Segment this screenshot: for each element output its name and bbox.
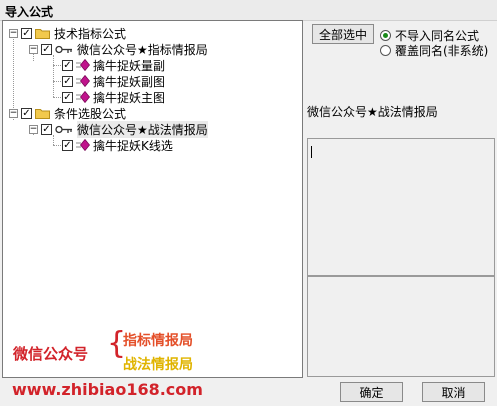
node-label: 擒牛捉妖量副 (93, 58, 166, 73)
watermark-indicator-bureau: 指标情报局 (123, 333, 193, 349)
title-bar: 导入公式 (0, 0, 497, 21)
tree-leaf-formula[interactable]: ✓ 擒牛捉妖量副 (62, 57, 165, 73)
tree-leaf-formula[interactable]: ✓ 擒牛捉妖K线选 (62, 137, 173, 153)
cancel-button[interactable]: 取消 (422, 382, 485, 402)
ok-button[interactable]: 确定 (340, 382, 403, 402)
node-checkbox[interactable]: ✓ (62, 75, 73, 87)
watermark-url: www.zhibiao168.com (12, 380, 203, 399)
selected-formula-name: 微信公众号★战法情报局 (307, 105, 438, 119)
formula-file-icon (76, 91, 90, 103)
formula-file-icon (76, 59, 90, 71)
key-icon (55, 125, 72, 133)
radio-circle[interactable] (380, 45, 391, 56)
collapse-toggle[interactable]: − (29, 124, 38, 134)
node-label: 技术指标公式 (54, 26, 127, 41)
formula-file-icon (76, 139, 90, 151)
node-checkbox[interactable]: ✓ (21, 27, 32, 39)
tree-node-indicator-bureau[interactable]: − ✓ 微信公众号★指标情报局 (29, 41, 208, 57)
node-label: 擒牛捉妖K线选 (93, 138, 173, 153)
folder-icon (35, 108, 50, 119)
tree-node-technical-indicators[interactable]: − ✓ 技术指标公式 (9, 25, 126, 41)
node-label: 擒牛捉妖主图 (93, 90, 166, 105)
radio-selected-dot (383, 33, 388, 38)
collapse-toggle[interactable]: − (29, 44, 38, 54)
node-label: 擒牛捉妖副图 (93, 74, 166, 89)
tree-line (53, 55, 54, 97)
tree-node-stock-selection[interactable]: − ✓ 条件选股公式 (9, 105, 126, 121)
collapse-toggle[interactable]: − (9, 28, 18, 38)
window-title: 导入公式 (5, 5, 54, 19)
node-label: 微信公众号★战法情报局 (77, 120, 208, 138)
description-pane[interactable] (307, 138, 495, 276)
radio-overwrite-label: 覆盖同名(非系统) (395, 44, 489, 58)
node-checkbox[interactable]: ✓ (62, 59, 73, 71)
key-icon (55, 45, 72, 53)
radio-circle[interactable] (380, 30, 391, 41)
tree-leaf-formula[interactable]: ✓ 擒牛捉妖主图 (62, 89, 165, 105)
formula-tree[interactable]: − ✓ 技术指标公式 − ✓ 微信公众号★指标情报局 ✓ 擒牛捉妖量副 ✓ 擒牛… (2, 20, 303, 378)
node-checkbox[interactable]: ✓ (21, 107, 32, 119)
node-checkbox[interactable]: ✓ (41, 123, 52, 135)
tree-leaf-formula[interactable]: ✓ 擒牛捉妖副图 (62, 73, 165, 89)
node-checkbox[interactable]: ✓ (62, 139, 73, 151)
watermark-wechat-label: 微信公众号 (13, 345, 89, 363)
formula-file-icon (76, 75, 90, 87)
radio-overwrite-duplicates[interactable]: 覆盖同名(非系统) (380, 42, 488, 59)
collapse-toggle[interactable]: − (9, 108, 18, 118)
text-caret (311, 146, 312, 158)
node-label: 条件选股公式 (54, 106, 127, 121)
watermark-tactics-bureau: 战法情报局 (123, 357, 193, 373)
tree-node-tactics-bureau[interactable]: − ✓ 微信公众号★战法情报局 (29, 120, 208, 138)
node-label: 微信公众号★指标情报局 (77, 42, 208, 57)
parameter-pane[interactable] (307, 276, 495, 377)
node-checkbox[interactable]: ✓ (62, 91, 73, 103)
node-checkbox[interactable]: ✓ (41, 43, 52, 55)
select-all-button[interactable]: 全部选中 (312, 24, 374, 44)
folder-icon (35, 28, 50, 39)
